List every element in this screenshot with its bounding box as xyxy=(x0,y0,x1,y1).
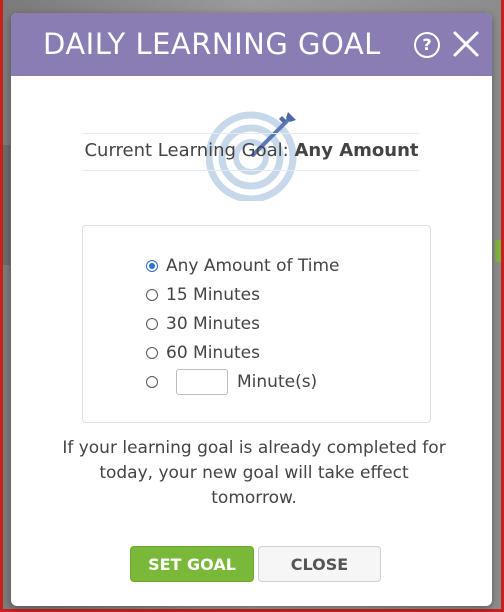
option-label: 15 Minutes xyxy=(166,285,260,305)
option-15-minutes[interactable]: 15 Minutes xyxy=(146,283,260,307)
close-button[interactable]: CLOSE xyxy=(258,546,381,582)
divider xyxy=(83,133,419,134)
radio-button[interactable] xyxy=(146,376,158,388)
set-goal-button[interactable]: SET GOAL xyxy=(130,546,254,582)
radio-button[interactable] xyxy=(146,318,158,330)
radio-button-selected[interactable] xyxy=(146,260,158,272)
dialog-header: DAILY LEARNING GOAL ? xyxy=(11,13,492,76)
option-30-minutes[interactable]: 30 Minutes xyxy=(146,312,260,336)
option-label: Any Amount of Time xyxy=(166,256,340,276)
option-custom-minutes[interactable]: Minute(s) xyxy=(146,369,318,395)
option-label: 60 Minutes xyxy=(166,343,260,363)
current-goal-line: Current Learning Goal: Any Amount xyxy=(11,140,492,161)
goal-change-note: If your learning goal is already complet… xyxy=(62,438,446,508)
radio-button[interactable] xyxy=(146,347,158,359)
question-circle-icon[interactable]: ? xyxy=(414,32,440,58)
frame-edge-left xyxy=(0,0,3,612)
background-fragment xyxy=(3,145,10,265)
dialog-title: DAILY LEARNING GOAL xyxy=(43,27,381,61)
background-fragment xyxy=(495,240,501,262)
close-x-icon[interactable] xyxy=(451,29,481,59)
custom-minutes-unit: Minute(s) xyxy=(237,372,318,392)
divider xyxy=(83,170,419,171)
radio-button[interactable] xyxy=(146,289,158,301)
current-goal-label: Current Learning Goal: xyxy=(84,140,289,161)
option-label: 30 Minutes xyxy=(166,314,260,334)
custom-minutes-input[interactable] xyxy=(176,369,228,395)
current-goal-value: Any Amount xyxy=(294,140,419,161)
option-60-minutes[interactable]: 60 Minutes xyxy=(146,341,260,365)
goal-options-panel: Any Amount of Time 15 Minutes 30 Minutes… xyxy=(82,225,431,423)
learning-goal-dialog: DAILY LEARNING GOAL ? Current Learning G… xyxy=(11,13,492,606)
option-any-amount[interactable]: Any Amount of Time xyxy=(146,254,339,278)
